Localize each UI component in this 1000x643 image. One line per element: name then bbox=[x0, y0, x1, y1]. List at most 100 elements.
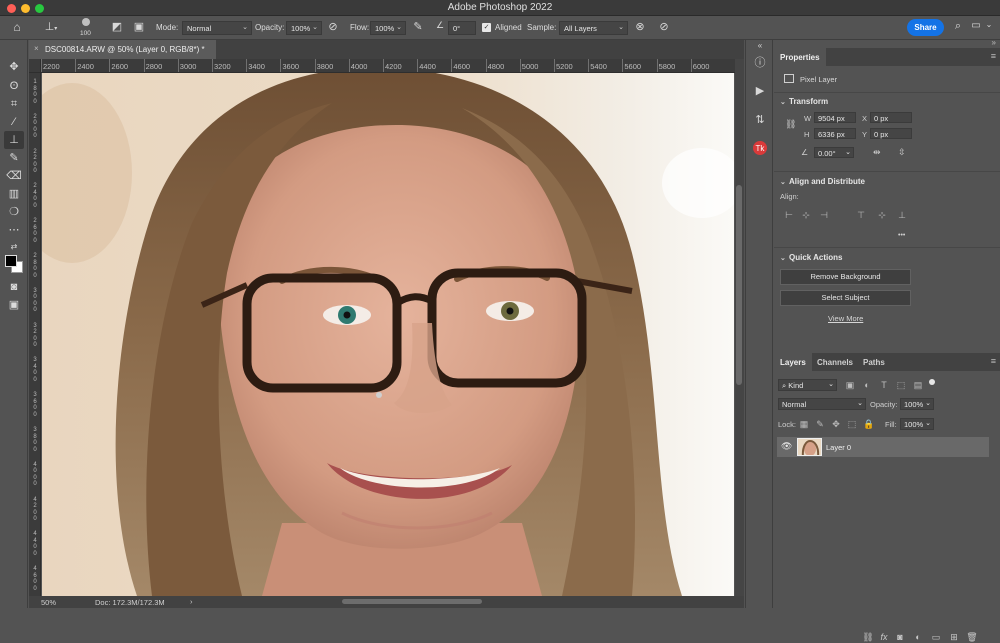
flip-vertical-icon[interactable]: ⇳ bbox=[898, 147, 906, 158]
kind-filter-select[interactable]: ⌕ Kind ⌄ bbox=[778, 379, 837, 391]
remove-background-button[interactable]: Remove Background bbox=[780, 269, 911, 285]
actions-panel-icon[interactable]: ▶ bbox=[752, 83, 768, 99]
y-field[interactable]: 0 px bbox=[870, 128, 912, 139]
share-button[interactable]: Share bbox=[907, 19, 944, 36]
sample-select[interactable]: All Layers ⌄ bbox=[559, 21, 628, 35]
workspace-menu-icon[interactable]: ⌄ bbox=[983, 20, 995, 29]
crop-tool-icon[interactable]: ⌗ bbox=[4, 95, 24, 113]
tab-channels[interactable]: Channels bbox=[811, 353, 859, 371]
link-layers-icon[interactable]: ⛓ bbox=[862, 631, 874, 643]
status-menu-arrow[interactable]: › bbox=[190, 597, 193, 606]
lock-artboard-icon[interactable]: ⬚ bbox=[847, 419, 857, 429]
flow-field[interactable]: 100% ⌄ bbox=[370, 21, 406, 35]
collapse-panels-icon[interactable]: » bbox=[992, 38, 996, 47]
clone-stamp-tool-icon[interactable]: ⊥ bbox=[4, 131, 24, 149]
align-top-edges-icon[interactable]: ⊤ bbox=[856, 210, 866, 220]
mode-select[interactable]: Normal ⌄ bbox=[182, 21, 252, 35]
lock-transparent-icon[interactable]: ▦ bbox=[799, 419, 809, 429]
align-left-edges-icon[interactable]: ⊢ bbox=[784, 210, 794, 220]
rotation-field[interactable]: 0.00° ⌄ bbox=[814, 147, 854, 158]
align-vertical-centers-icon[interactable]: ⊹ bbox=[877, 210, 887, 220]
width-field[interactable]: 9504 px bbox=[814, 112, 856, 123]
plugin-panel-icon[interactable]: Tk bbox=[752, 140, 768, 156]
align-horizontal-centers-icon[interactable]: ⊹ bbox=[801, 210, 811, 220]
close-tab-icon[interactable]: × bbox=[34, 44, 39, 53]
home-icon[interactable]: ⌂ bbox=[9, 20, 25, 34]
airbrush-icon[interactable]: ✎ bbox=[411, 20, 425, 33]
w-label: W bbox=[804, 114, 812, 123]
lock-position-icon[interactable]: ✥ bbox=[831, 419, 841, 429]
quick-actions-section-title[interactable]: ⌄ Quick Actions bbox=[780, 253, 843, 262]
more-align-options[interactable]: ••• bbox=[898, 232, 905, 239]
angle-icon: ∠ bbox=[801, 148, 809, 157]
layer-row[interactable]: 👁 Layer 0 bbox=[777, 437, 989, 457]
more-tools-icon[interactable]: ⋯ bbox=[4, 221, 24, 239]
height-field[interactable]: 6336 px bbox=[814, 128, 856, 139]
lock-all-icon[interactable]: 🔒 bbox=[863, 419, 874, 429]
tab-layers[interactable]: Layers bbox=[774, 353, 812, 371]
align-section-title[interactable]: ⌄ Align and Distribute bbox=[780, 177, 865, 186]
layer-opacity-field[interactable]: 100% ⌄ bbox=[900, 398, 934, 410]
horizontal-scroll-thumb[interactable] bbox=[342, 599, 482, 604]
tab-properties[interactable]: Properties bbox=[774, 48, 826, 66]
document-canvas[interactable] bbox=[42, 73, 734, 596]
pressure-opacity-icon[interactable]: ⊘ bbox=[326, 20, 340, 33]
filter-smart-object-icon[interactable]: ▤ bbox=[913, 380, 923, 390]
filter-type-icon[interactable]: T bbox=[879, 380, 889, 390]
clone-source-icon[interactable]: ▣ bbox=[131, 20, 147, 33]
panel-menu-icon[interactable]: ≡ bbox=[991, 51, 996, 61]
lock-pixels-icon[interactable]: ✎ bbox=[815, 419, 825, 429]
collapse-icon[interactable]: « bbox=[752, 38, 768, 54]
panel-menu-icon[interactable]: ≡ bbox=[991, 356, 996, 366]
transform-section-title[interactable]: ⌄ Transform bbox=[780, 97, 828, 106]
clone-stamp-preset-icon[interactable]: ⊥▾ bbox=[40, 20, 62, 33]
link-dimensions-icon[interactable]: ⛓ bbox=[785, 119, 796, 130]
flip-horizontal-icon[interactable]: ⇹ bbox=[873, 147, 881, 158]
delete-layer-icon[interactable]: 🗑 bbox=[966, 631, 978, 643]
zoom-level[interactable]: 50% bbox=[41, 598, 56, 607]
adjustment-layer-icon[interactable]: ◐ bbox=[912, 631, 924, 643]
view-more-link[interactable]: View More bbox=[828, 314, 863, 323]
info-panel-icon[interactable]: ⓘ bbox=[752, 55, 768, 71]
select-subject-button[interactable]: Select Subject bbox=[780, 290, 911, 306]
move-tool-icon[interactable]: ✥ bbox=[4, 58, 24, 76]
align-right-edges-icon[interactable]: ⊣ bbox=[819, 210, 829, 220]
gradient-tool-icon[interactable]: ▥ bbox=[4, 185, 24, 203]
foreground-color-swatch[interactable] bbox=[5, 255, 17, 267]
adjust-panel-icon[interactable]: ⇅ bbox=[752, 112, 768, 128]
workspace-icon[interactable]: ▭ bbox=[969, 20, 983, 31]
add-mask-icon[interactable]: ◙ bbox=[894, 631, 906, 643]
eyedropper-tool-icon[interactable]: ⁄ bbox=[4, 113, 24, 131]
default-colors-icon[interactable]: ⇄ bbox=[4, 238, 24, 256]
aligned-checkbox[interactable]: ✓ bbox=[482, 23, 491, 32]
screen-mode-icon[interactable]: ▣ bbox=[4, 296, 24, 314]
filter-shape-icon[interactable]: ⬚ bbox=[896, 380, 906, 390]
opacity-field[interactable]: 100% ⌄ bbox=[286, 21, 322, 35]
align-bottom-edges-icon[interactable]: ⊥ bbox=[897, 210, 907, 220]
angle-field[interactable]: 0° bbox=[448, 21, 476, 35]
blend-mode-select[interactable]: Normal ⌄ bbox=[778, 398, 866, 410]
visibility-eye-icon[interactable]: 👁 bbox=[781, 441, 792, 452]
filter-adjustment-icon[interactable]: ◐ bbox=[862, 380, 872, 390]
new-layer-icon[interactable]: ⊞ bbox=[948, 631, 960, 643]
pressure-size-icon[interactable]: ⊘ bbox=[657, 20, 671, 33]
blur-tool-icon[interactable]: ❍ bbox=[4, 203, 24, 221]
layer-style-icon[interactable]: fx bbox=[878, 631, 890, 643]
layer-name[interactable]: Layer 0 bbox=[826, 443, 851, 452]
tab-paths[interactable]: Paths bbox=[857, 353, 891, 371]
lasso-tool-icon[interactable]: ʘ bbox=[4, 77, 24, 95]
search-icon[interactable]: ⌕ bbox=[951, 20, 965, 33]
vertical-scrollbar[interactable] bbox=[735, 59, 744, 596]
document-tab[interactable]: × DSC00814.ARW @ 50% (Layer 0, RGB/8*) * bbox=[29, 40, 216, 59]
fill-field[interactable]: 100% ⌄ bbox=[900, 418, 934, 430]
new-group-icon[interactable]: ▭ bbox=[930, 631, 942, 643]
quick-mask-icon[interactable]: ◙ bbox=[4, 278, 24, 296]
brush-settings-icon[interactable]: ◩ bbox=[109, 20, 125, 33]
eraser-tool-icon[interactable]: ⌫ bbox=[4, 167, 24, 185]
brush-tool-icon[interactable]: ✎ bbox=[4, 149, 24, 167]
filter-pixel-icon[interactable]: ▣ bbox=[845, 380, 855, 390]
x-field[interactable]: 0 px bbox=[870, 112, 912, 123]
filter-toggle-icon[interactable] bbox=[929, 379, 935, 385]
vertical-scroll-thumb[interactable] bbox=[736, 185, 742, 385]
ignore-adjustment-layers-icon[interactable]: ⊗ bbox=[633, 20, 647, 33]
